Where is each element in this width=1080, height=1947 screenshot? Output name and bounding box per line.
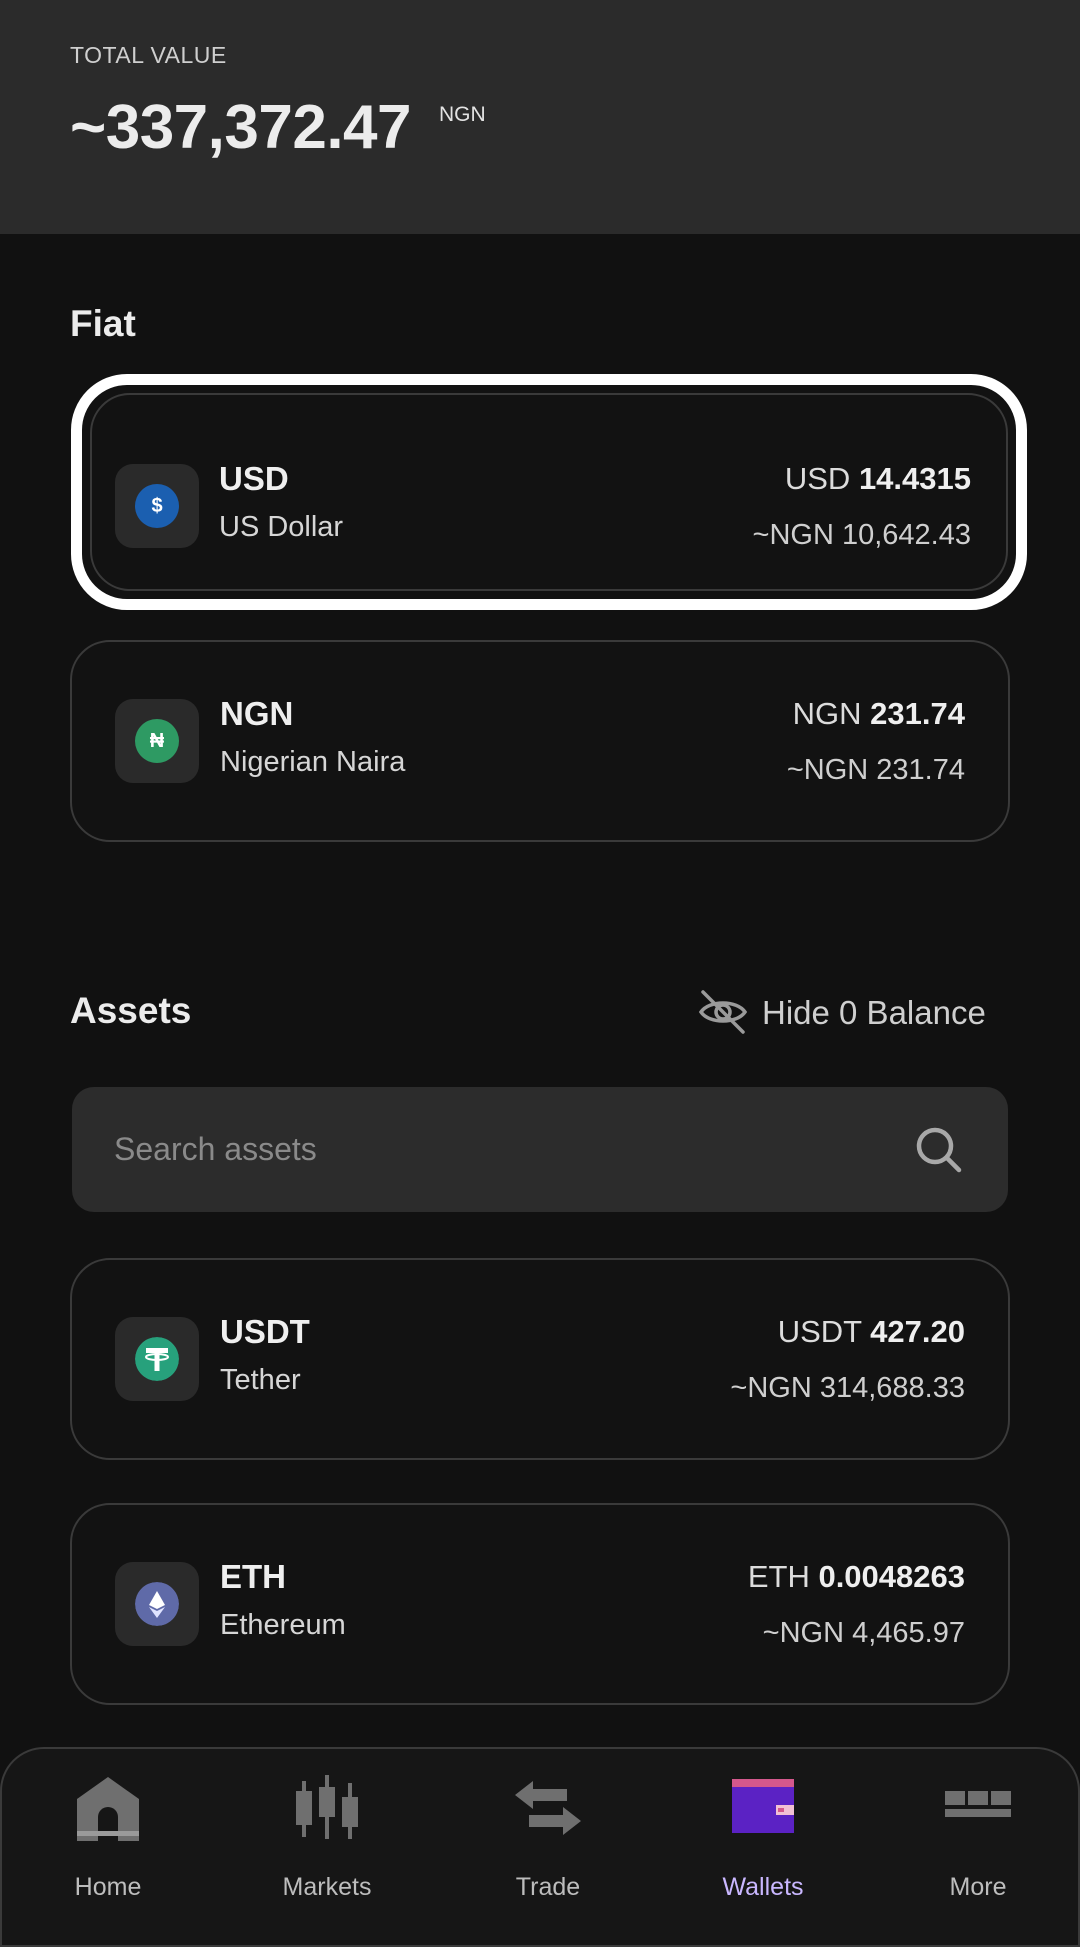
asset-name: Tether — [220, 1364, 301, 1396]
fiat-balance: NGN 231.74 — [793, 696, 965, 732]
total-value-currency: NGN — [439, 103, 486, 126]
usd-icon-box: $ — [115, 464, 199, 548]
eth-icon-box — [115, 1562, 199, 1646]
nav-item-more[interactable]: More — [903, 1773, 1053, 1913]
asset-name: Ethereum — [220, 1609, 346, 1641]
naira-coin-icon: ₦ — [135, 719, 179, 763]
trade-icon — [515, 1781, 581, 1835]
asset-card-usdt[interactable]: USDT Tether USDT 427.20 ~NGN 314,688.33 — [70, 1258, 1010, 1460]
fiat-card-usd[interactable]: $ USD US Dollar USD 14.4315 ~NGN 10,642.… — [71, 374, 1027, 610]
search-assets-box[interactable] — [72, 1087, 1008, 1212]
total-value-amount: ~337,372.47 — [70, 93, 412, 162]
balance-unit: ETH — [747, 1559, 810, 1594]
fiat-name: US Dollar — [219, 511, 344, 543]
balance-unit: USDT — [777, 1314, 862, 1349]
nav-item-home[interactable]: Home — [33, 1773, 183, 1913]
asset-symbol: USDT — [220, 1313, 310, 1350]
total-value-header: TOTAL VALUE ~337,372.47 NGN — [0, 0, 1080, 234]
markets-icon — [296, 1775, 358, 1839]
balance-amount: 0.0048263 — [818, 1559, 965, 1594]
nav-label-home: Home — [74, 1873, 142, 1901]
wallet-icon — [732, 1779, 794, 1833]
asset-balance: USDT 427.20 — [778, 1314, 965, 1350]
hide-zero-balance-label: Hide 0 Balance — [762, 994, 986, 1031]
tether-coin-icon — [135, 1337, 179, 1381]
fiat-approx-value: ~NGN 10,642.43 — [752, 519, 971, 551]
assets-section-title: Assets — [70, 990, 192, 1031]
fiat-balance: USD 14.4315 — [785, 461, 971, 497]
balance-amount: 231.74 — [870, 696, 965, 731]
nav-item-markets[interactable]: Markets — [252, 1773, 402, 1913]
bottom-navigation: Home Markets Trade Wallets More — [0, 1747, 1080, 1947]
nav-label-more: More — [949, 1873, 1007, 1901]
usdt-icon-box — [115, 1317, 199, 1401]
fiat-name: Nigerian Naira — [220, 746, 406, 778]
balance-unit: USD — [784, 461, 851, 496]
asset-symbol: ETH — [220, 1558, 286, 1595]
asset-approx-value: ~NGN 314,688.33 — [730, 1372, 965, 1404]
asset-card-eth[interactable]: ETH Ethereum ETH 0.0048263 ~NGN 4,465.97 — [70, 1503, 1010, 1705]
dollar-coin-icon: $ — [135, 484, 179, 528]
fiat-section-title: Fiat — [70, 303, 136, 344]
hide-zero-balance-toggle[interactable]: Hide 0 Balance — [697, 986, 1011, 1038]
search-icon[interactable] — [912, 1123, 966, 1177]
nav-item-wallets[interactable]: Wallets — [688, 1773, 838, 1913]
fiat-card-ngn[interactable]: ₦ NGN Nigerian Naira NGN 231.74 ~NGN 231… — [70, 640, 1010, 842]
fiat-symbol: NGN — [220, 695, 294, 732]
nav-label-trade: Trade — [515, 1873, 581, 1901]
asset-balance: ETH 0.0048263 — [748, 1559, 965, 1595]
balance-amount: 427.20 — [870, 1314, 965, 1349]
home-icon — [77, 1777, 139, 1841]
ethereum-coin-icon — [135, 1582, 179, 1626]
more-icon — [945, 1791, 1011, 1817]
balance-amount: 14.4315 — [858, 461, 971, 496]
search-assets-input[interactable] — [114, 1123, 894, 1175]
nav-label-wallets: Wallets — [722, 1873, 804, 1901]
ngn-icon-box: ₦ — [115, 699, 199, 783]
nav-item-trade[interactable]: Trade — [473, 1773, 623, 1913]
nav-label-markets: Markets — [282, 1873, 372, 1901]
eye-off-icon — [698, 990, 748, 1034]
asset-approx-value: ~NGN 4,465.97 — [762, 1617, 965, 1649]
fiat-approx-value: ~NGN 231.74 — [786, 754, 965, 786]
balance-unit: NGN — [792, 696, 862, 731]
total-value-label: TOTAL VALUE — [70, 42, 227, 68]
fiat-symbol: USD — [219, 460, 289, 497]
